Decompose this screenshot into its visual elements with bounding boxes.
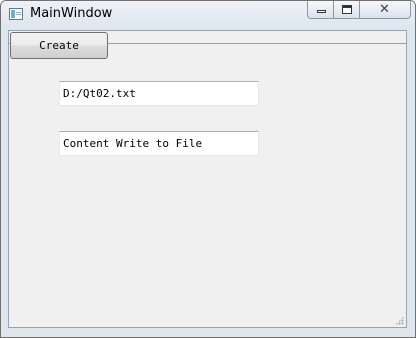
caption-buttons: ✕	[307, 1, 411, 20]
central-widget: Create D:/Qt02.txt Content Write to File	[8, 30, 407, 328]
size-grip[interactable]	[395, 316, 404, 325]
window-title: MainWindow	[30, 6, 113, 21]
maximize-icon	[342, 5, 352, 14]
app-window-icon	[9, 8, 23, 20]
minimize-icon	[317, 10, 326, 13]
main-window: MainWindow ✕ Create D:/Qt02.txt Content …	[0, 0, 416, 338]
content-field[interactable]: Content Write to File	[59, 131, 259, 156]
close-icon: ✕	[379, 2, 390, 17]
close-button[interactable]: ✕	[360, 1, 411, 19]
create-button[interactable]: Create	[10, 32, 108, 59]
file-path-field[interactable]: D:/Qt02.txt	[59, 81, 259, 106]
maximize-button[interactable]	[334, 1, 360, 19]
title-bar[interactable]: MainWindow ✕	[1, 1, 415, 29]
minimize-button[interactable]	[307, 1, 334, 19]
